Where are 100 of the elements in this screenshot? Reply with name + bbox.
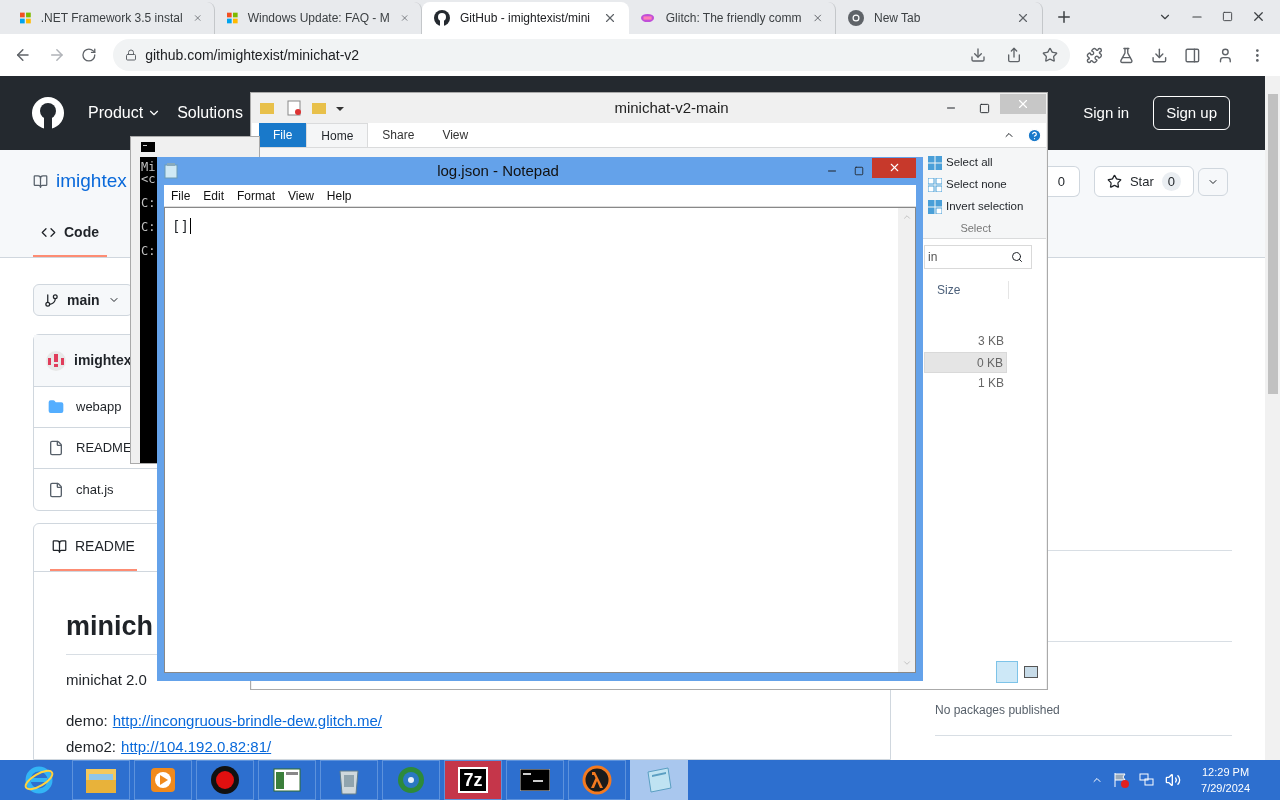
console-line: <c bbox=[140, 173, 156, 185]
nav-link[interactable]: Product bbox=[88, 101, 162, 125]
restore-icon[interactable] bbox=[1222, 11, 1233, 22]
search-input[interactable]: in bbox=[925, 248, 1011, 266]
repo-tab[interactable]: Code bbox=[33, 222, 107, 257]
ribbon-tab[interactable]: File bbox=[259, 123, 307, 147]
file-name[interactable]: webapp bbox=[76, 397, 122, 417]
folder-icon bbox=[48, 399, 64, 415]
extensions-icon[interactable] bbox=[1085, 46, 1103, 64]
browser-tab[interactable]: GitHub - imightexist/mini bbox=[422, 2, 629, 34]
sign-up-button[interactable]: Sign up bbox=[1153, 95, 1230, 131]
menu-item[interactable]: View bbox=[288, 186, 314, 205]
size-cell[interactable]: 3 KB bbox=[924, 331, 1007, 352]
share-icon[interactable] bbox=[1005, 47, 1022, 63]
flask-icon[interactable] bbox=[1118, 46, 1136, 64]
scrollbar[interactable] bbox=[1265, 76, 1280, 760]
windows-logo-icon bbox=[227, 10, 238, 26]
close-icon[interactable] bbox=[603, 11, 617, 25]
select-action[interactable]: Invert selection bbox=[928, 196, 1024, 218]
star-button[interactable]: Star 0 bbox=[1093, 165, 1194, 198]
menu-item[interactable]: Help bbox=[326, 186, 352, 205]
back-icon[interactable] bbox=[14, 46, 32, 64]
globe-icon bbox=[396, 765, 426, 795]
lock-icon bbox=[125, 49, 138, 61]
size-cell[interactable]: 0 KB bbox=[924, 352, 1007, 373]
demo-link[interactable]: http://104.192.0.82:81/ bbox=[121, 736, 272, 759]
address-bar[interactable]: github.com/imightexist/minichat-v2 bbox=[113, 39, 1070, 71]
volume-icon[interactable] bbox=[1165, 772, 1182, 788]
console-line: Mi bbox=[140, 161, 156, 173]
repo-icon bbox=[33, 174, 48, 190]
group-label: Select bbox=[959, 221, 992, 236]
search-icon[interactable] bbox=[1011, 251, 1023, 263]
side-panel-icon[interactable] bbox=[1183, 46, 1201, 64]
window-title: log.json - Notepad bbox=[436, 160, 560, 181]
install-icon[interactable] bbox=[969, 47, 986, 63]
branch-button[interactable]: main bbox=[33, 284, 133, 316]
maximize-icon[interactable] bbox=[854, 166, 864, 176]
taskbar-button[interactable] bbox=[568, 760, 626, 800]
ribbon-tab[interactable]: Home bbox=[306, 123, 369, 147]
taskbar-button[interactable] bbox=[320, 760, 378, 800]
selection-grid-icon bbox=[928, 200, 942, 214]
reload-icon[interactable] bbox=[81, 47, 98, 63]
media-player-icon bbox=[150, 767, 176, 793]
taskbar-button[interactable] bbox=[196, 760, 254, 800]
notepad-icon bbox=[644, 766, 674, 794]
clock-date[interactable]: 7/29/2024 bbox=[1201, 780, 1250, 797]
window-icon bbox=[273, 768, 301, 792]
network-icon[interactable] bbox=[1139, 772, 1156, 788]
demo-label: demo2: bbox=[66, 737, 117, 757]
taskbar-button[interactable] bbox=[134, 760, 192, 800]
menu-item[interactable]: File bbox=[171, 186, 191, 205]
file-name[interactable]: chat.js bbox=[76, 479, 114, 500]
close-icon[interactable] bbox=[1016, 11, 1030, 25]
star-count: 0 bbox=[1161, 171, 1181, 192]
record-icon bbox=[210, 765, 240, 795]
menu-item[interactable]: Edit bbox=[203, 186, 225, 205]
code-icon bbox=[41, 225, 56, 240]
search-field[interactable]: in bbox=[924, 245, 1032, 269]
ribbon-tab[interactable]: View bbox=[428, 123, 483, 147]
file-name[interactable]: README bbox=[76, 438, 132, 458]
bookmark-star-icon[interactable] bbox=[1041, 47, 1058, 63]
commit-author[interactable]: imightex bbox=[74, 350, 132, 371]
size-cell[interactable]: 1 KB bbox=[924, 373, 1007, 394]
tiles-view-icon[interactable] bbox=[1024, 666, 1038, 678]
demo-link[interactable]: http://incongruous-brindle-dew.glitch.me/ bbox=[112, 709, 382, 732]
sign-in-link[interactable]: Sign in bbox=[1083, 101, 1130, 125]
selection-grid-icon bbox=[928, 156, 942, 170]
column-header[interactable]: Size bbox=[937, 281, 1009, 299]
taskbar-button[interactable]: 7z bbox=[444, 760, 502, 800]
readme-tab[interactable]: README bbox=[50, 536, 137, 571]
ribbon-tab[interactable]: Share bbox=[368, 123, 429, 147]
help-icon[interactable] bbox=[1027, 128, 1042, 143]
tab-title: GitHub - imightexist/mini bbox=[460, 10, 592, 27]
select-action[interactable]: Select all bbox=[928, 152, 1024, 174]
file-icon bbox=[48, 440, 64, 456]
branch-icon bbox=[44, 292, 59, 308]
new-tab-icon[interactable] bbox=[1055, 8, 1073, 26]
demo-label: demo: bbox=[66, 710, 108, 731]
taskbar-button[interactable] bbox=[72, 760, 130, 800]
maximize-icon[interactable] bbox=[979, 102, 990, 114]
book-icon bbox=[52, 539, 67, 554]
download-icon[interactable] bbox=[1151, 46, 1168, 64]
star-icon bbox=[1106, 174, 1122, 190]
menu-item[interactable]: Format bbox=[237, 186, 276, 205]
clock-time[interactable]: 12:29 PM bbox=[1202, 763, 1250, 780]
seven-zip-icon: 7z bbox=[458, 767, 488, 793]
taskbar-button[interactable] bbox=[258, 760, 316, 800]
star-dropdown[interactable] bbox=[1198, 167, 1228, 196]
close-icon[interactable] bbox=[1251, 9, 1266, 24]
lambda-icon bbox=[582, 765, 612, 795]
flag-icon[interactable] bbox=[1113, 772, 1130, 788]
repo-owner-link[interactable]: imightex bbox=[56, 167, 127, 196]
select-action[interactable]: Select none bbox=[928, 174, 1024, 196]
console-icon bbox=[520, 769, 550, 791]
nav-link[interactable]: Solutions bbox=[177, 101, 243, 125]
folder-icon bbox=[85, 766, 117, 794]
avatar-icon bbox=[46, 350, 66, 371]
window-title: minichat-v2-main bbox=[613, 97, 730, 118]
packages-text: No packages published bbox=[935, 702, 1061, 719]
taskbar-button[interactable] bbox=[506, 760, 564, 800]
